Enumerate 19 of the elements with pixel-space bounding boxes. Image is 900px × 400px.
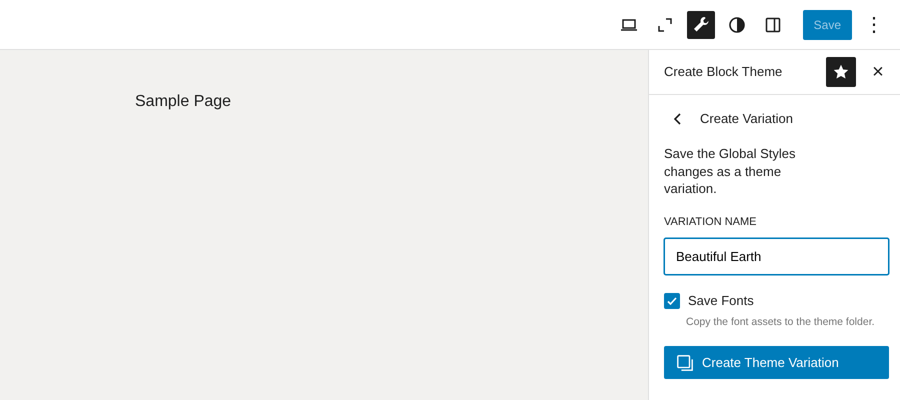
close-button[interactable]: × — [864, 58, 892, 86]
field-label: VARIATION NAME — [664, 214, 758, 230]
save-fonts-checkbox[interactable] — [664, 292, 680, 309]
pin-button[interactable] — [826, 57, 856, 87]
checkbox-label: Save Fonts — [688, 292, 754, 310]
star-icon — [832, 63, 850, 81]
copy-icon — [676, 354, 694, 372]
more-menu-button[interactable]: ⋮ — [860, 10, 888, 38]
description-text: Save the Global Styles changes as a theme variation. — [664, 145, 797, 198]
page-title: Sample Page — [135, 92, 232, 112]
create-variation-button[interactable]: Create Theme Variation — [664, 346, 889, 380]
chevron-left-icon — [673, 112, 683, 126]
variation-name-field[interactable]: Beautiful Earth — [664, 238, 889, 276]
panel-title: Create Block Theme — [664, 63, 784, 82]
help-text: Copy the font assets to the theme folder. — [685, 314, 876, 330]
checkmark-icon — [666, 294, 678, 307]
contrast-icon — [726, 14, 747, 34]
panel-subtitle: Create Variation — [700, 110, 793, 128]
wrench-button[interactable] — [686, 10, 715, 38]
